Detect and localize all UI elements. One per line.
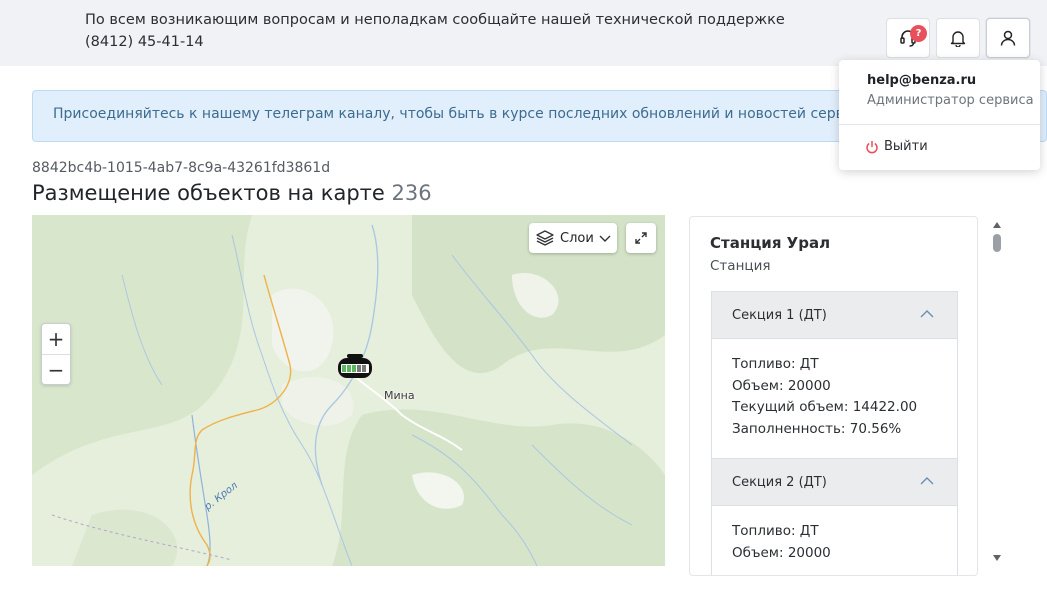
terrain-map-image xyxy=(32,215,665,566)
zoom-in-button[interactable]: + xyxy=(42,324,70,354)
fuel-type: Топливо: ДТ xyxy=(732,356,819,372)
section-title: Секция 2 (ДТ) xyxy=(732,474,827,490)
object-count: 236 xyxy=(391,181,432,205)
scroll-up-arrow-icon[interactable] xyxy=(992,221,1002,229)
fill-level: Заполненность: 70.56% xyxy=(732,420,902,437)
fullscreen-button[interactable] xyxy=(626,223,656,253)
page-title: Размещение объектов на карте 236 xyxy=(32,181,432,205)
user-dropdown-menu: help@benza.ru Администратор сервиса Выйт… xyxy=(839,60,1040,170)
bell-icon xyxy=(950,31,966,47)
layers-dropdown[interactable]: Слои xyxy=(529,223,617,253)
user-role: Администратор сервиса xyxy=(867,93,1034,108)
map-view[interactable]: + − Слои Мина р. Крол xyxy=(32,215,665,566)
map-place-label: Мина xyxy=(384,389,415,402)
fuel-type: Топливо: ДТ xyxy=(732,523,819,539)
volume: Объем: 20000 xyxy=(732,377,831,394)
station-info-panel: Станция Урал Станция Секция 1 (ДТ) Топли… xyxy=(689,216,978,576)
user-email: help@benza.ru xyxy=(867,73,977,88)
section-header[interactable]: Секция 2 (ДТ) xyxy=(711,458,958,506)
logout-label: Выйти xyxy=(884,139,928,154)
layers-label: Слои xyxy=(560,230,594,246)
user-menu-button[interactable] xyxy=(986,18,1030,58)
section-body: Топливо: ДТ Объем: 20000 xyxy=(711,506,958,575)
support-badge: ? xyxy=(910,25,927,42)
user-icon xyxy=(1000,30,1016,46)
power-icon xyxy=(866,140,878,153)
chevron-up-icon xyxy=(920,477,934,485)
section-body: Топливо: ДТ Объем: 20000 Текущий объем: … xyxy=(711,339,958,459)
section-title: Секция 1 (ДТ) xyxy=(732,307,827,323)
station-name: Станция Урал xyxy=(710,234,831,252)
chevron-up-icon xyxy=(920,310,934,318)
telegram-banner-text: Присоединяйтесь к нашему телеграм каналу… xyxy=(53,106,925,122)
station-type: Станция xyxy=(710,258,771,274)
object-guid: 8842bc4b-1015-4ab7-8c9a-43261fd3861d xyxy=(32,160,331,176)
page-title-text: Размещение объектов на карте xyxy=(32,181,385,205)
notifications-button[interactable] xyxy=(936,18,980,58)
scrollbar-thumb[interactable] xyxy=(993,234,1001,252)
layers-icon xyxy=(536,230,554,246)
support-message: По всем возникающим вопросам и неполадка… xyxy=(85,12,785,50)
zoom-control: + − xyxy=(41,323,71,385)
current-volume: Текущий объем: 14422.00 xyxy=(732,399,918,415)
section-header[interactable]: Секция 1 (ДТ) xyxy=(711,291,958,339)
scroll-down-arrow-icon[interactable] xyxy=(992,554,1002,562)
zoom-out-button[interactable]: − xyxy=(42,355,70,385)
support-button[interactable]: ? xyxy=(886,18,930,58)
volume: Объем: 20000 xyxy=(732,544,831,561)
chevron-down-icon xyxy=(599,235,611,242)
logout-button[interactable]: Выйти xyxy=(865,139,928,154)
expand-icon xyxy=(635,232,647,244)
fuel-station-marker-icon[interactable] xyxy=(337,354,373,382)
menu-divider xyxy=(839,124,1040,125)
top-bar: По всем возникающим вопросам и неполадка… xyxy=(0,0,1047,66)
